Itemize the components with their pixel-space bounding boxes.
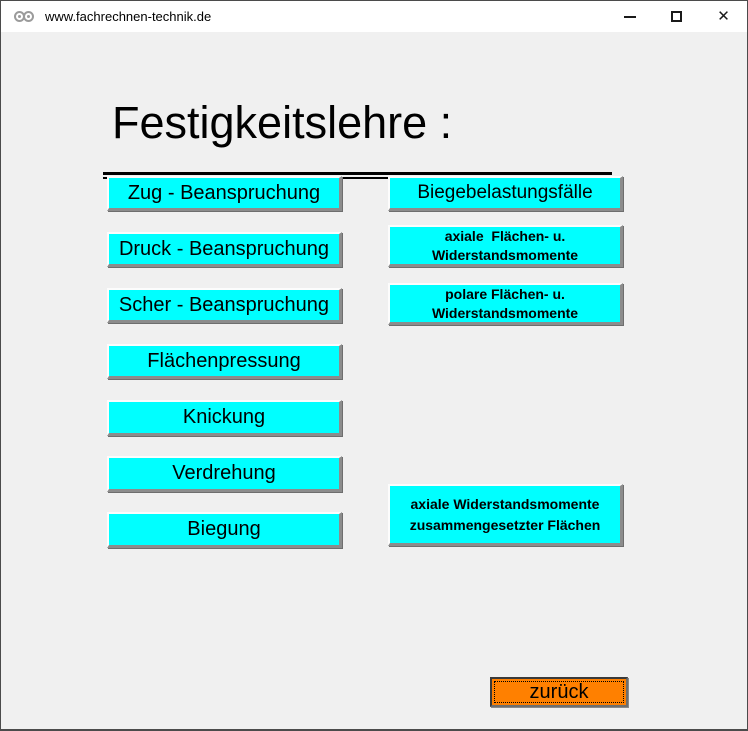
window-title: www.fachrechnen-technik.de — [45, 9, 212, 24]
button-label-line: axiale Widerstandsmomente — [410, 495, 600, 512]
site-favicon-icon — [14, 11, 34, 22]
maximize-button[interactable] — [653, 1, 700, 32]
minimize-button[interactable] — [606, 1, 653, 32]
titlebar: www.fachrechnen-technik.de ✕ — [1, 1, 747, 32]
button-biegebelastungsfaelle[interactable]: Biegebelastungsfälle — [388, 176, 623, 211]
button-polare-flaechen-widerstandsmomente[interactable]: polare Flächen- u. Widerstandsmomente — [388, 283, 623, 325]
button-axiale-widerstandsmomente-zusammengesetzter-flaechen[interactable]: axiale Widerstandsmomente zusammengesetz… — [388, 484, 623, 546]
zurueck-button[interactable]: zurück — [490, 677, 628, 707]
minimize-icon — [623, 15, 636, 18]
button-scher-beanspruchung[interactable]: Scher - Beanspruchung — [107, 288, 342, 323]
app-window: www.fachrechnen-technik.de ✕ Festigkeits… — [0, 0, 748, 731]
button-flaechenpressung[interactable]: Flächenpressung — [107, 344, 342, 379]
page-title: Festigkeitslehre : — [112, 97, 453, 148]
button-druck-beanspruchung[interactable]: Druck - Beanspruchung — [107, 232, 342, 267]
button-label-line: Widerstandsmomente — [431, 304, 579, 321]
button-verdrehung[interactable]: Verdrehung — [107, 456, 342, 492]
button-label-line: Widerstandsmomente — [431, 246, 579, 263]
button-label-line: axiale Flächen- u. — [444, 227, 566, 244]
button-axiale-flaechen-widerstandsmomente[interactable]: axiale Flächen- u. Widerstandsmomente — [388, 225, 623, 267]
button-label-line: zusammengesetzter Flächen — [409, 516, 601, 533]
main-content: Festigkeitslehre : Zug - Beanspruchung D… — [1, 33, 747, 729]
button-knickung[interactable]: Knickung — [107, 400, 342, 436]
close-icon: ✕ — [717, 8, 730, 25]
gear-icon — [23, 11, 34, 22]
maximize-icon — [671, 11, 682, 22]
button-biegung[interactable]: Biegung — [107, 512, 342, 548]
button-zug-beanspruchung[interactable]: Zug - Beanspruchung — [107, 176, 342, 211]
underline-top — [103, 172, 612, 175]
close-button[interactable]: ✕ — [700, 1, 747, 32]
zurueck-label: zurück — [529, 680, 589, 703]
button-label-line: polare Flächen- u. — [445, 285, 565, 302]
window-controls: ✕ — [606, 1, 747, 32]
